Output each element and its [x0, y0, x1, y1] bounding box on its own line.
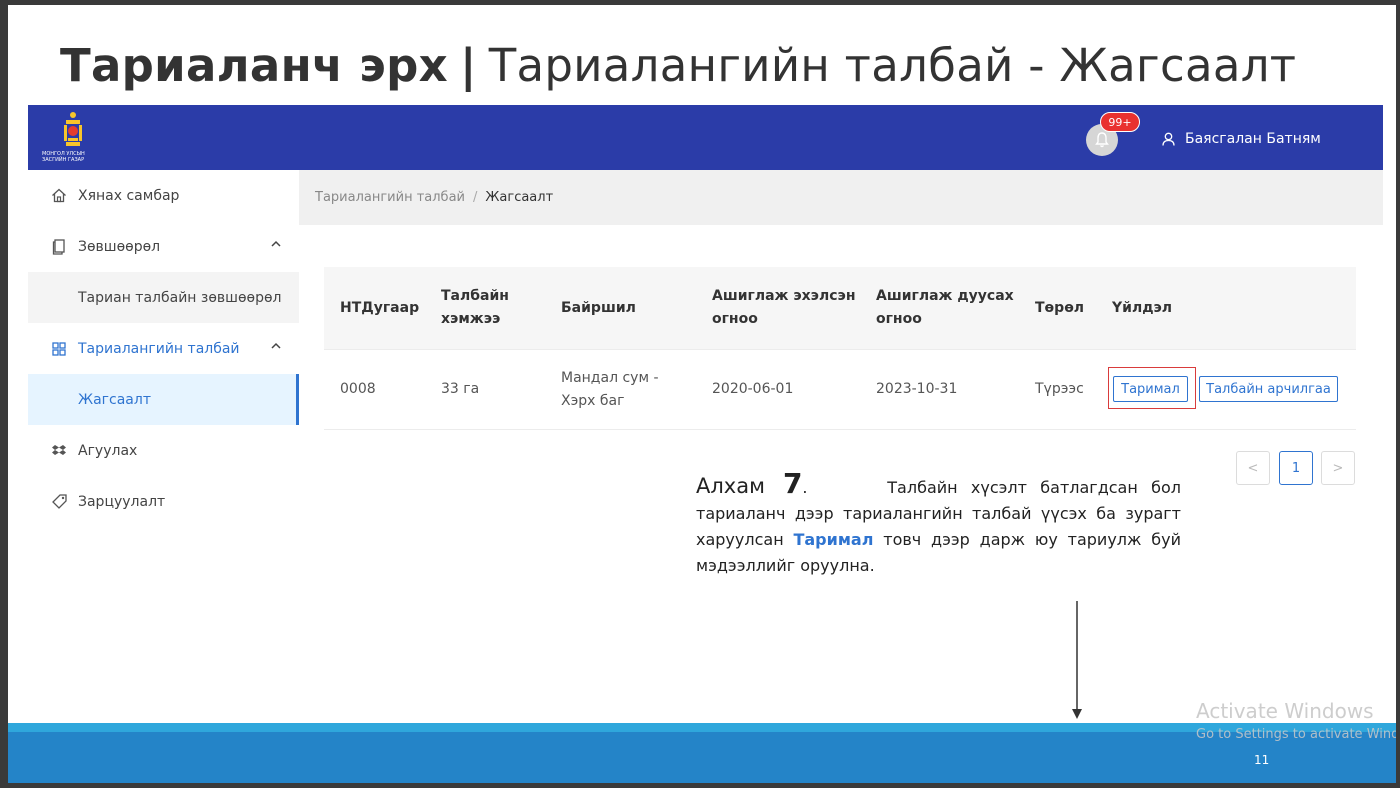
table-header-cell: Ашиглаж дуусах огноо: [876, 288, 1014, 327]
soyombo-emblem-icon: [64, 112, 82, 146]
user-icon: [1162, 132, 1175, 146]
crop-field-table: НТДугаар Талбайн хэмжээ Байршил Ашиглаж …: [324, 267, 1356, 430]
sidebar-item-label: Тариалангийн талбай: [78, 340, 240, 357]
sidebar-item-label: Жагсаалт: [78, 391, 151, 408]
chevron-up-icon: [271, 342, 281, 349]
table-header-cell: Талбайн хэмжээ: [441, 288, 509, 327]
table-header-cell: Төрөл: [1035, 299, 1085, 316]
slide-title: Тариаланч эрх | Тариалангийн талбай - Жагс…: [60, 39, 1296, 92]
top-navbar: МОНГОЛ УЛСЫН ЗАСГИЙН ГАЗАР 99+ Баясгалан…: [28, 105, 1383, 170]
breadcrumb: Тариалангийн талбай / Жагсаалт: [299, 170, 1383, 225]
cell-start-date: 2020-06-01: [712, 381, 794, 397]
activate-windows-watermark: Activate Windows: [1196, 699, 1374, 723]
sidebar-item-crop-field-permit[interactable]: Тариан талбайн зөвшөөрөл: [28, 272, 299, 323]
user-menu[interactable]: Баясгалан Батням: [1162, 129, 1321, 149]
breadcrumb-separator: /: [473, 190, 478, 205]
cell-field-size: 33 га: [441, 381, 480, 397]
cell-field-number: 0008: [340, 381, 376, 397]
sidebar-item-label: Хянах самбар: [78, 187, 180, 204]
app-screenshot: МОНГОЛ УЛСЫН ЗАСГИЙН ГАЗАР 99+ Баясгалан…: [28, 105, 1383, 530]
sidebar-item-dashboard[interactable]: Хянах самбар: [28, 170, 299, 221]
table-header-cell: Байршил: [561, 299, 636, 316]
activate-windows-hint: Go to Settings to activate Windows.: [1196, 727, 1396, 742]
sidebar-item-label: Зарцуулалт: [78, 493, 166, 510]
page-number: 11: [1254, 753, 1270, 767]
step-highlight: Таримал: [793, 530, 874, 549]
pagination-next-button[interactable]: >: [1321, 451, 1355, 485]
slide-footer: [8, 732, 1396, 783]
step-word: Алхам: [696, 474, 765, 498]
footer-accent-line: [8, 723, 1396, 732]
logo-text: МОНГОЛ УЛСЫН ЗАСГИЙН ГАЗАР: [42, 151, 85, 163]
notification-badge: 99+: [1100, 112, 1140, 132]
dropbox-icon: [50, 442, 68, 460]
slide-title-bold: Тариаланч эрх: [60, 39, 448, 92]
table-header-cell: Ашиглаж эхэлсэн огноо: [712, 288, 856, 327]
step-note: Алхам 7. Талбайн хүсэлт батлагдсан бол та…: [696, 470, 1181, 579]
step-number: 7: [782, 467, 803, 500]
table-header-cell: НТДугаар: [340, 299, 420, 316]
cell-location: Мандал сум - Хэрх баг: [561, 369, 659, 409]
cell-type: Түрээс: [1035, 381, 1084, 397]
table-header-cell: Үйлдэл: [1112, 299, 1173, 316]
sidebar-item-warehouse[interactable]: Агуулах: [28, 425, 299, 476]
pagination-page-1[interactable]: 1: [1279, 451, 1313, 485]
home-icon: [50, 187, 68, 205]
bell-icon: [1095, 132, 1109, 148]
government-logo[interactable]: МОНГОЛ УЛСЫН ЗАСГИЙН ГАЗАР: [42, 111, 104, 167]
sidebar: Хянах самбар Зөвшөөрөл Тариан талбайн зө…: [28, 170, 299, 530]
tag-icon: [50, 493, 68, 511]
user-name: Баясгалан Батням: [1185, 131, 1321, 147]
sidebar-item-consumption[interactable]: Зарцуулалт: [28, 476, 299, 527]
table-row: 0008 33 га Мандал сум - Хэрх баг 2020-06…: [324, 350, 1356, 430]
breadcrumb-parent[interactable]: Тариалангийн талбай: [315, 190, 465, 205]
table-header-row: НТДугаар Талбайн хэмжээ Байршил Ашиглаж …: [324, 267, 1356, 350]
slide-title-separator: |: [459, 39, 477, 92]
slide-title-rest: Тариалангийн талбай - Жагсаалт: [488, 39, 1297, 92]
sidebar-item-label: Агуулах: [78, 442, 138, 459]
field-care-button[interactable]: Талбайн арчилгаа: [1199, 376, 1338, 402]
document-icon: [50, 238, 68, 256]
chevron-up-icon: [271, 240, 281, 247]
sidebar-item-label: Тариан талбайн зөвшөөрөл: [78, 289, 282, 306]
sidebar-item-permits[interactable]: Зөвшөөрөл: [28, 221, 299, 272]
sidebar-item-crop-fields[interactable]: Тариалангийн талбай: [28, 323, 299, 374]
breadcrumb-current: Жагсаалт: [485, 190, 554, 205]
step-dot: .: [802, 478, 808, 497]
slide: Тариаланч эрх | Тариалангийн талбай - Жагс…: [8, 5, 1396, 783]
down-arrow-icon: [1072, 601, 1082, 719]
cell-end-date: 2023-10-31: [876, 381, 958, 397]
crop-button[interactable]: Таримал: [1113, 376, 1188, 402]
sidebar-item-label: Зөвшөөрөл: [78, 238, 161, 255]
pagination-prev-button[interactable]: <: [1236, 451, 1270, 485]
grid-icon: [50, 340, 68, 358]
sidebar-item-list[interactable]: Жагсаалт: [28, 374, 299, 425]
